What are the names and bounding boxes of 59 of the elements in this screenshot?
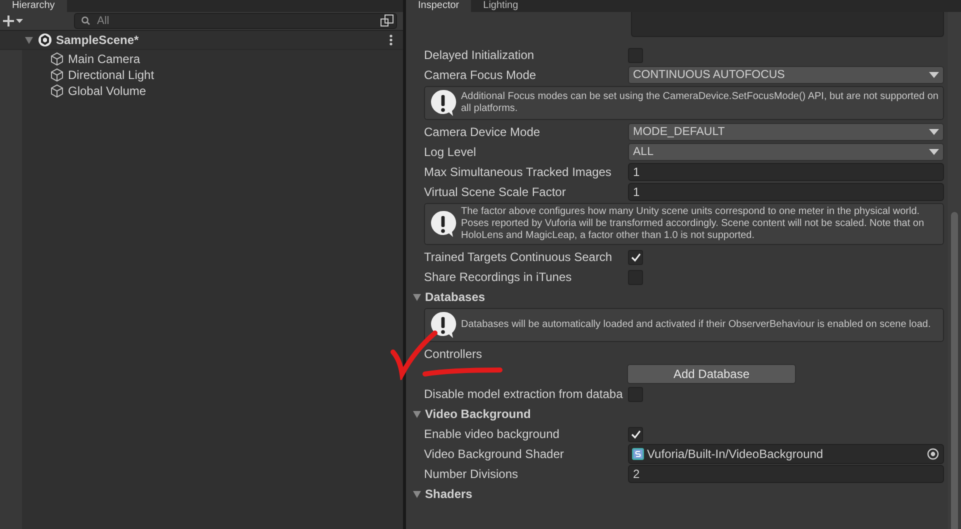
number-field[interactable]: 1: [628, 163, 944, 181]
field-label: Share Recordings in iTunes: [424, 270, 573, 284]
number-field[interactable]: 2: [628, 465, 944, 483]
panel-tab[interactable]: Hierarchy: [0, 0, 67, 12]
panel-tab[interactable]: Inspector: [406, 0, 472, 12]
caret-icon: [929, 149, 939, 155]
foldout-arrow-icon[interactable]: [412, 489, 422, 499]
panel-tab[interactable]: Lighting: [471, 0, 530, 12]
caret-icon: [929, 129, 939, 135]
field-label: Delayed Initialization: [424, 48, 536, 62]
scrollbar-thumb[interactable]: [951, 212, 958, 529]
add-database-button[interactable]: Add Database: [627, 364, 796, 384]
warning-icon: [429, 210, 457, 238]
dropdown[interactable]: MODE_DEFAULT: [628, 123, 944, 141]
window-icon[interactable]: [380, 14, 394, 28]
search-input[interactable]: All: [93, 15, 380, 27]
scrollbar[interactable]: [948, 12, 961, 529]
warning-icon: [429, 89, 457, 117]
field-label: Log Level: [424, 145, 478, 159]
field-label: Camera Device Mode: [424, 125, 542, 139]
field-label: Max Simultaneous Tracked Images: [424, 165, 612, 179]
cube-icon: [50, 52, 64, 66]
field-label: Number Divisions: [424, 467, 520, 481]
foldout-arrow-icon[interactable]: [412, 292, 422, 302]
checkbox[interactable]: [628, 426, 643, 442]
search-field[interactable]: All: [74, 13, 397, 29]
expand-arrow-icon[interactable]: [24, 35, 34, 45]
section-header[interactable]: Video Background: [425, 407, 531, 421]
more-icon[interactable]: [389, 34, 393, 46]
help-text: Databases will be automatically loaded and activated if their ObserverBehaviour is enabled on scene load.: [461, 319, 931, 331]
checkbox[interactable]: [628, 250, 643, 264]
section-header[interactable]: Shaders: [425, 487, 472, 501]
cube-icon: [50, 68, 64, 82]
hierarchy-item[interactable]: Main Camera: [22, 51, 403, 67]
shader-icon: [632, 448, 644, 460]
field-label: Video Background Shader: [424, 447, 565, 461]
field-label: Disable model extraction from databa: [424, 387, 624, 401]
foldout-arrow-icon[interactable]: [412, 409, 422, 419]
help-text: Additional Focus modes can be set using the CameraDevice.SetFocusMode() API, but are not supported on all platforms.: [461, 91, 939, 115]
object-field[interactable]: Vuforia/Built-In/VideoBackground: [628, 444, 944, 464]
field-label: Trained Targets Continuous Search: [424, 250, 614, 264]
cube-icon: [50, 84, 64, 98]
number-field[interactable]: 1: [628, 183, 944, 201]
field-label: Enable video background: [424, 427, 560, 441]
field-label: Virtual Scene Scale Factor: [424, 185, 567, 199]
check-icon: [630, 430, 640, 438]
check-icon: [630, 252, 640, 262]
warning-icon: [429, 311, 457, 339]
caret-icon: [929, 72, 939, 78]
hierarchy-item[interactable]: Global Volume: [22, 83, 403, 99]
field-label: Controllers: [424, 347, 484, 361]
section-header[interactable]: Databases: [425, 290, 486, 304]
dropdown[interactable]: CONTINUOUS AUTOFOCUS: [628, 66, 944, 84]
field-label: Camera Focus Mode: [424, 68, 538, 82]
help-text: The factor above configures how many Unity scene units correspond to one meter in the physical world. Poses reported by Vuforia will be transformed accordingly. Scene content will not be scaled. Note that on HoloLens and MagicLeap, a factor other than 1.0 is not supported.: [461, 206, 926, 242]
add-dropdown-icon[interactable]: [2, 15, 24, 27]
hierarchy-item[interactable]: Directional Light: [22, 67, 403, 83]
object-picker-icon[interactable]: [927, 448, 939, 460]
dropdown[interactable]: ALL: [628, 143, 944, 161]
